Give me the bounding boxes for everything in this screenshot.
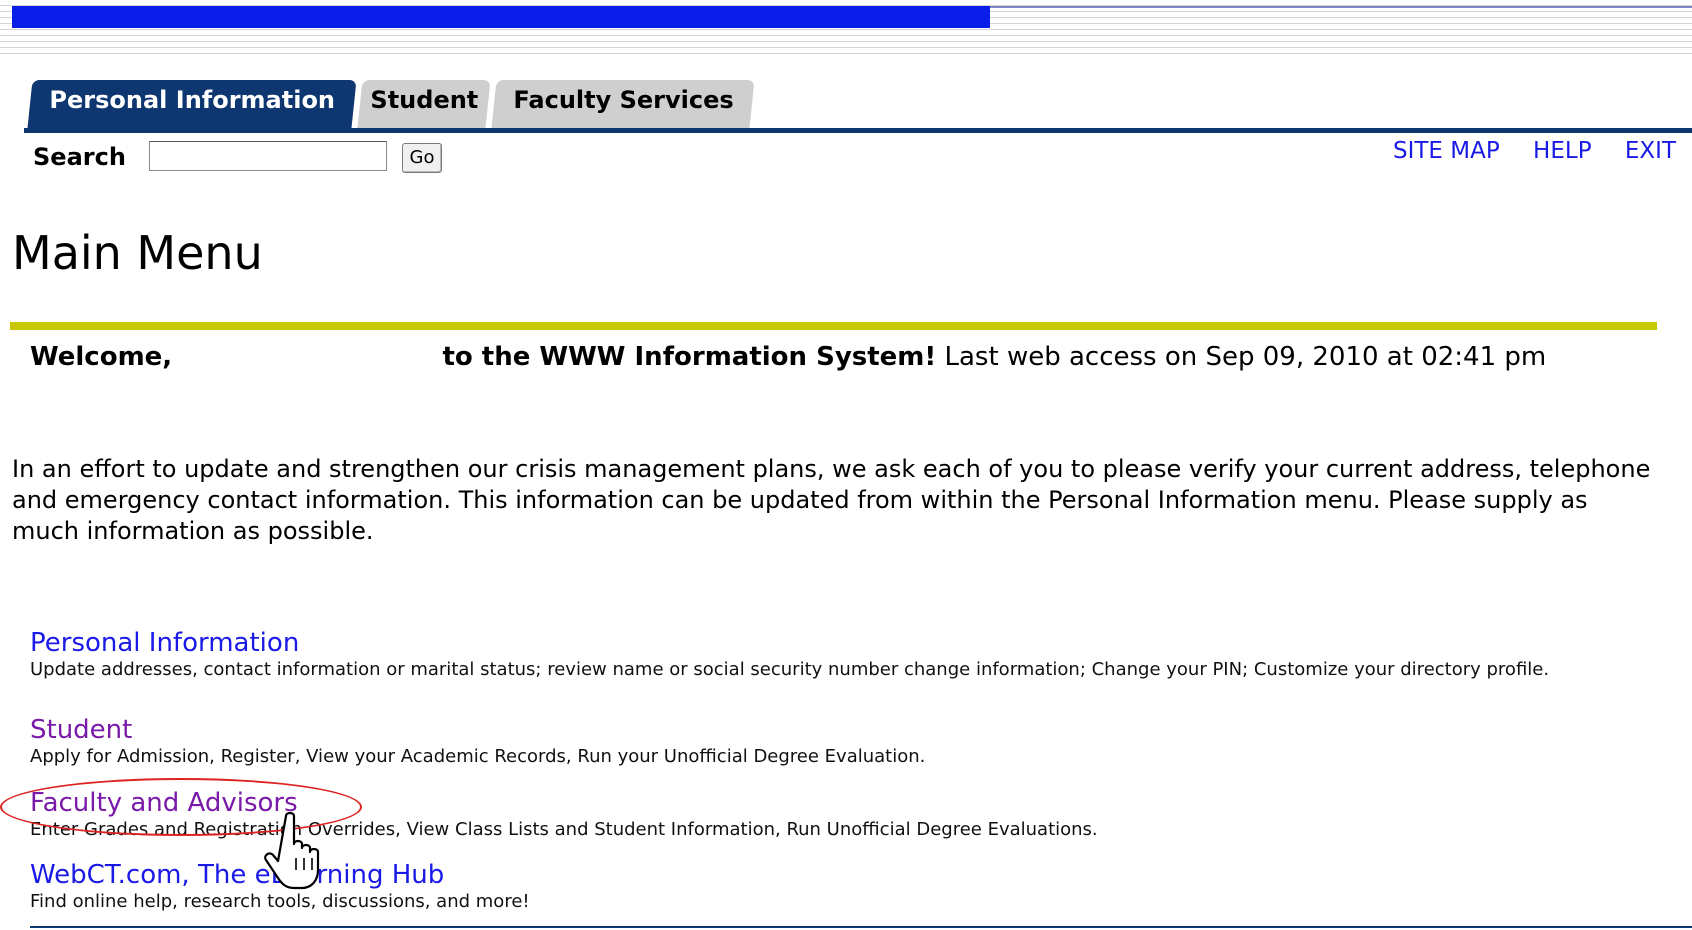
exit-link[interactable]: EXIT [1625,138,1676,164]
menu-description: Apply for Admission, Register, View your… [30,746,926,767]
crisis-notice: In an effort to update and strengthen ou… [12,455,1651,545]
bottom-divider [30,926,1692,928]
utility-links: SITE MAP HELP EXIT [1367,138,1676,164]
site-map-link[interactable]: SITE MAP [1393,138,1500,164]
tab-student[interactable]: Student [357,80,491,128]
search-input[interactable] [149,141,387,171]
banner-rule [990,6,1692,8]
tab-label: Personal Information [49,86,336,114]
menu-link-student[interactable]: Student [30,715,132,745]
welcome-message: Welcome, to the WWW Information System! … [30,340,1670,374]
top-banner [0,0,1692,58]
menu-item-webct: WebCT.com, The eLearning Hub Find online… [30,860,530,913]
menu-item-faculty-and-advisors: Faculty and Advisors Enter Grades and Re… [30,788,1098,841]
welcome-system-text: to the WWW Information System! [442,342,937,372]
menu-link-personal-information[interactable]: Personal Information [30,628,299,658]
tab-personal-information[interactable]: Personal Information [27,80,357,128]
tab-underline [24,128,1692,133]
help-link[interactable]: HELP [1533,138,1592,164]
menu-description: Enter Grades and Registration Overrides,… [30,819,1098,840]
menu-description: Update addresses, contact information or… [30,659,1550,680]
menu-description: Find online help, research tools, discus… [30,891,530,912]
section-divider [10,322,1657,330]
menu-link-faculty-and-advisors[interactable]: Faculty and Advisors [30,788,298,818]
menu-link-webct[interactable]: WebCT.com, The eLearning Hub [30,860,444,890]
tab-label: Faculty Services [513,86,734,114]
welcome-greeting: Welcome, [30,342,173,372]
tab-label: Student [370,86,479,114]
banner-blue-bar [12,6,990,28]
menu-item-personal-information: Personal Information Update addresses, c… [30,628,1549,681]
page-title: Main Menu [12,226,263,280]
last-access-text: Last web access on Sep 09, 2010 at 02:41… [944,342,1547,372]
search-label: Search [33,143,126,171]
tab-faculty-services[interactable]: Faculty Services [491,80,755,128]
menu-item-student: Student Apply for Admission, Register, V… [30,715,925,768]
go-button[interactable]: Go [402,143,442,173]
